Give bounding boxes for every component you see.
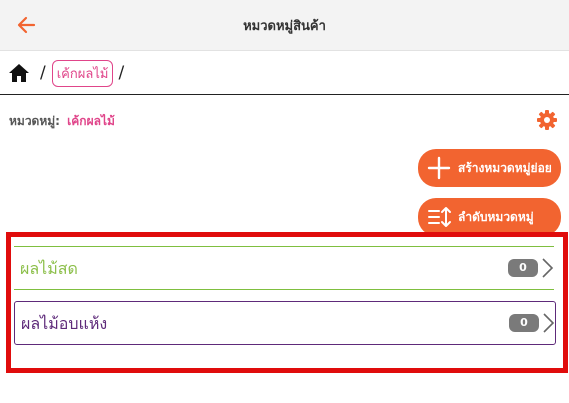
home-icon[interactable] bbox=[8, 63, 30, 83]
list-item[interactable]: ผลไม้สด 0 bbox=[14, 246, 554, 290]
header-divider bbox=[0, 94, 569, 95]
create-subcategory-label: สร้างหมวดหมู่ย่อย bbox=[458, 160, 552, 175]
create-subcategory-button[interactable]: สร้างหมวดหมู่ย่อย bbox=[418, 149, 561, 187]
sort-categories-button[interactable]: ลำดับหมวดหมู่ bbox=[418, 198, 561, 236]
breadcrumb-separator: / bbox=[40, 63, 46, 83]
chevron-right-icon bbox=[542, 258, 554, 278]
subcategory-name: ผลไม้สด bbox=[20, 259, 78, 278]
category-name: เค้กผลไม้ bbox=[67, 114, 115, 128]
subcategory-list: ผลไม้สด 0 ผลไม้อบแห้ง 0 bbox=[6, 232, 568, 373]
category-label: หมวดหมู่: bbox=[9, 114, 60, 128]
breadcrumb-item-current[interactable]: เค้กผลไม้ bbox=[51, 59, 114, 87]
gear-icon[interactable] bbox=[536, 109, 558, 131]
breadcrumb-separator: / bbox=[118, 63, 125, 83]
subcategory-name: ผลไม้อบแห้ง bbox=[21, 314, 108, 333]
sort-categories-label: ลำดับหมวดหมู่ bbox=[458, 209, 534, 224]
breadcrumb: / เค้กผลไม้ / bbox=[8, 58, 124, 88]
sort-icon bbox=[428, 207, 451, 227]
chevron-right-icon bbox=[543, 313, 555, 333]
category-info: หมวดหมู่: เค้กผลไม้ bbox=[9, 112, 115, 131]
page-title: หมวดหมู่สินค้า bbox=[243, 19, 326, 34]
count-badge: 0 bbox=[508, 259, 538, 277]
plus-icon bbox=[427, 156, 451, 180]
list-item[interactable]: ผลไม้อบแห้ง 0 bbox=[14, 301, 556, 345]
count-badge: 0 bbox=[509, 314, 539, 332]
top-bar: หมวดหมู่สินค้า bbox=[0, 0, 569, 51]
